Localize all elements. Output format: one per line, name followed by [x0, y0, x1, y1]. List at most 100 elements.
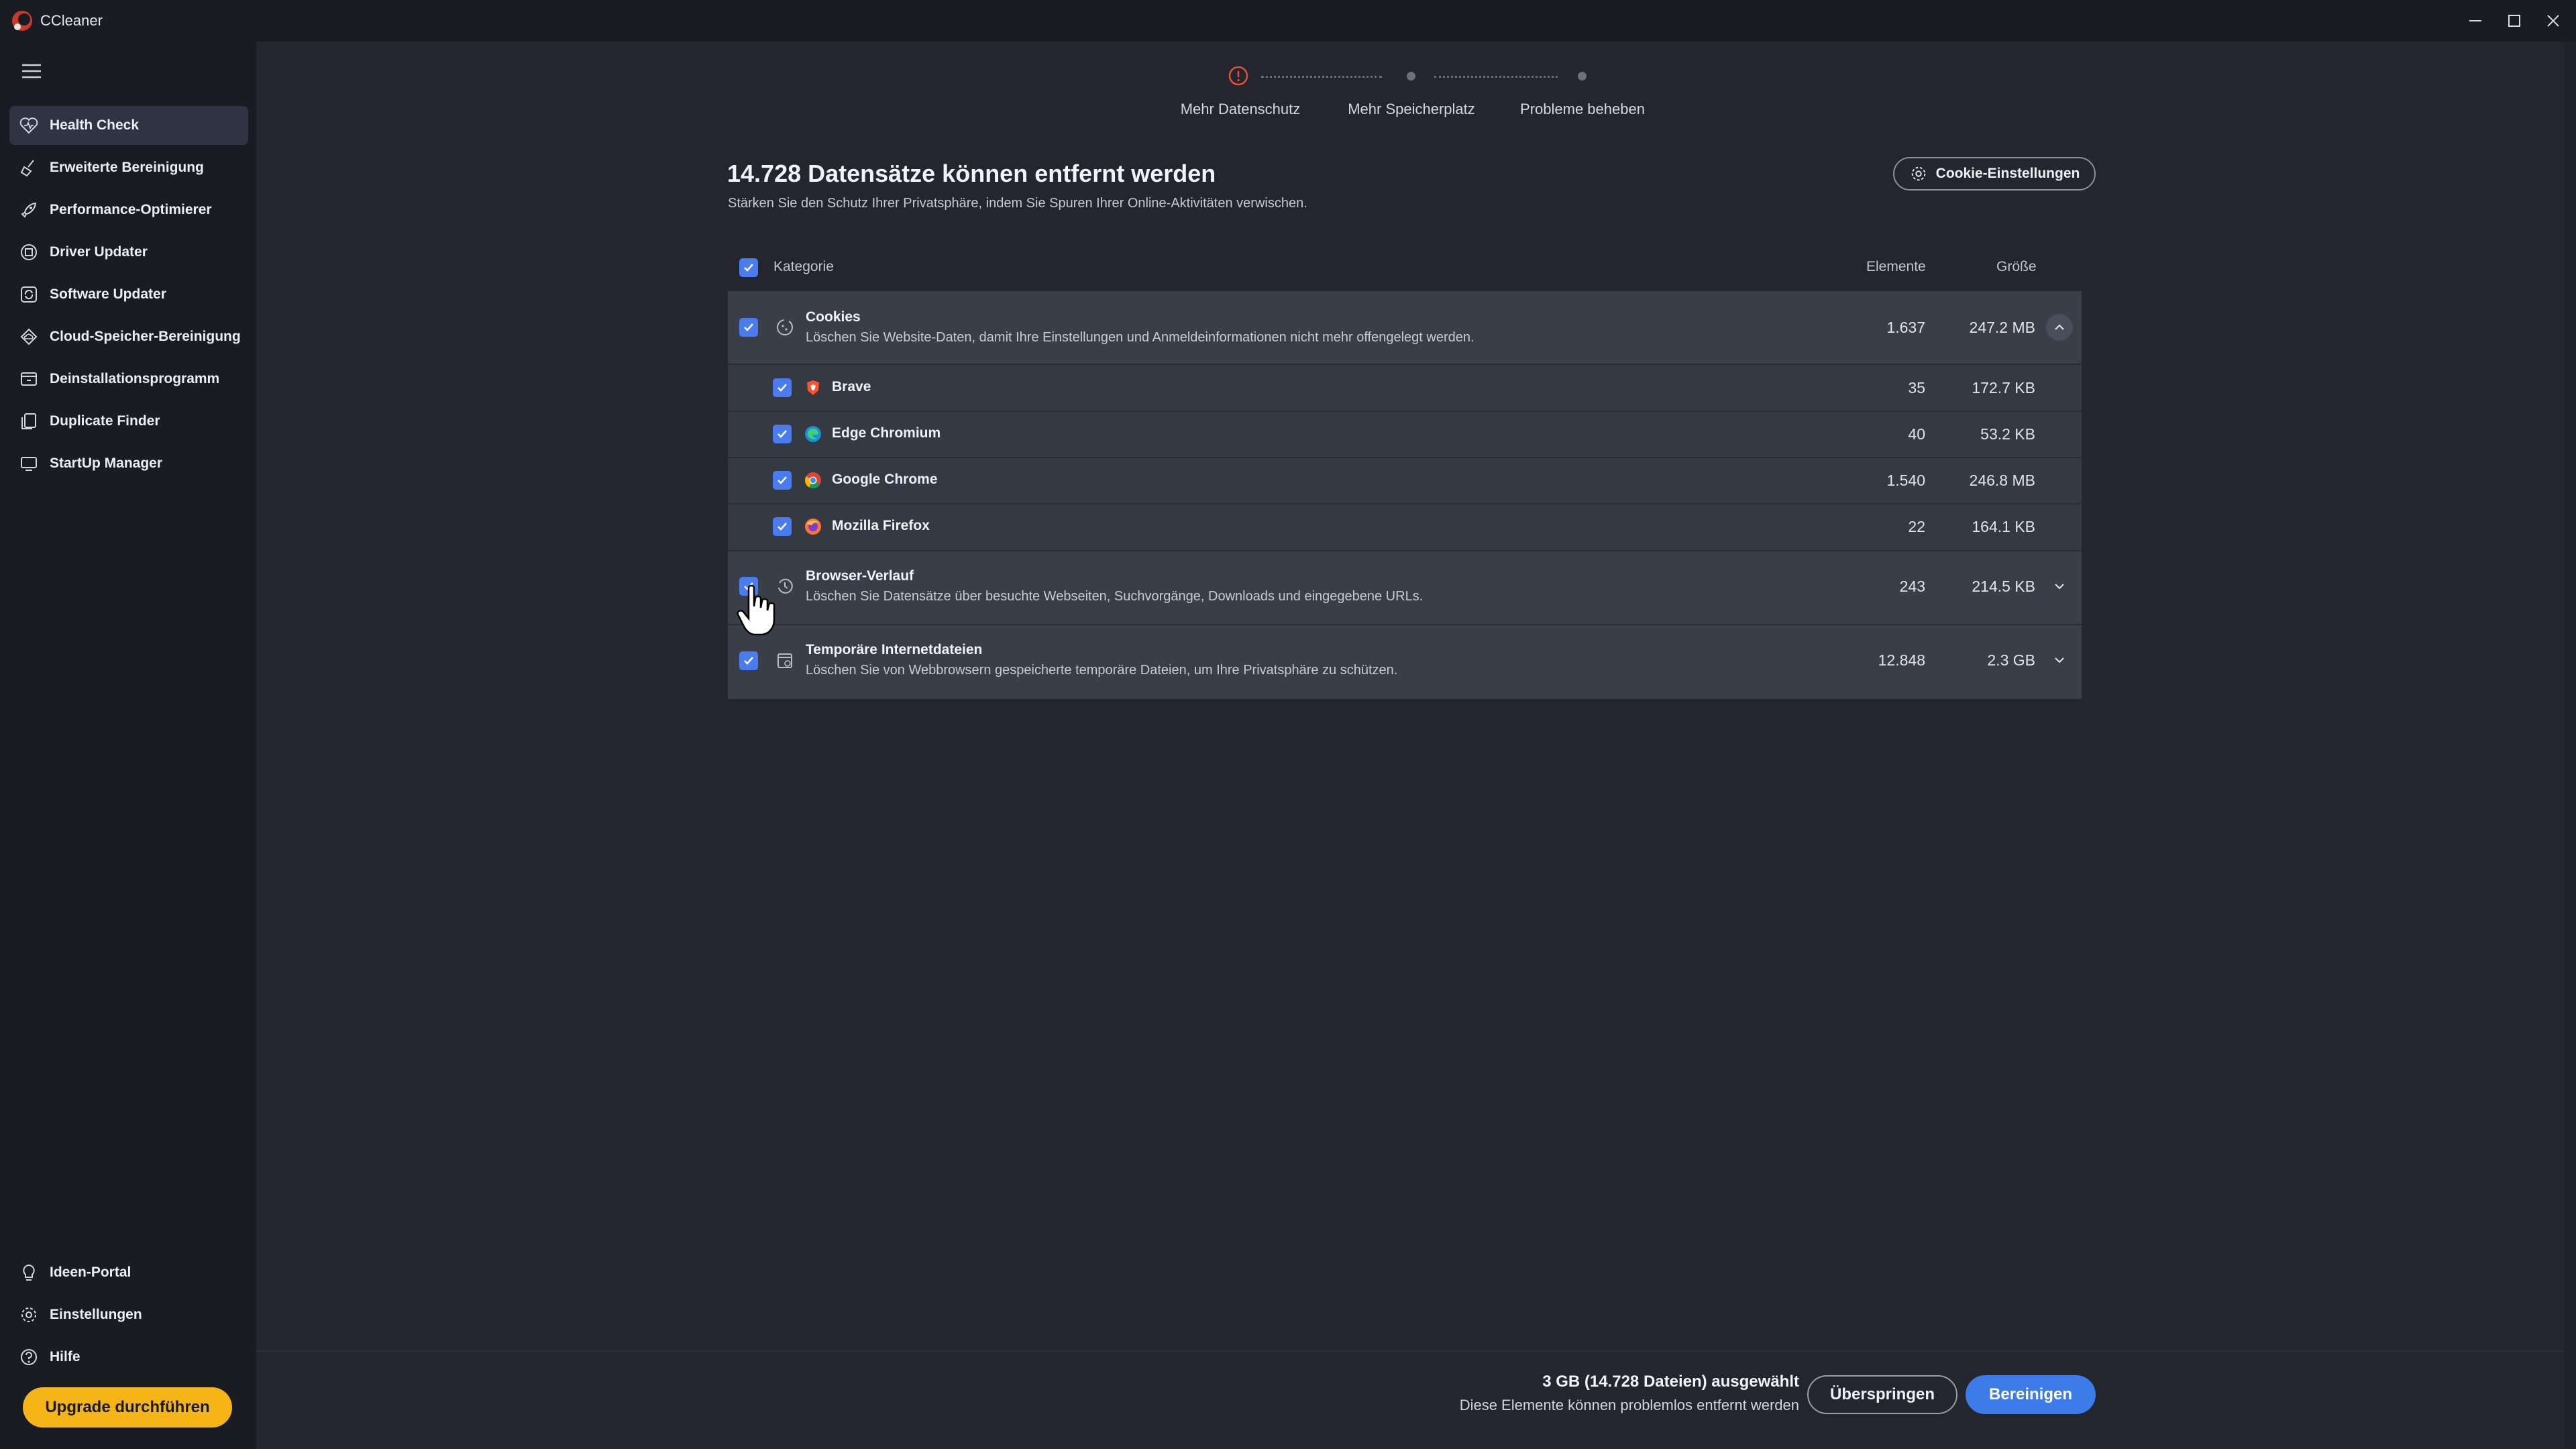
monitor-icon [17, 452, 40, 475]
sidebar-item-hilfe[interactable]: Hilfe [9, 1338, 248, 1377]
cookie-settings-label: Cookie-Einstellungen [1935, 166, 2080, 181]
collapse-button[interactable] [2046, 314, 2073, 341]
heart-icon [17, 114, 40, 137]
maximize-button[interactable] [2494, 0, 2534, 42]
sidebar-item-performance-optimierer[interactable]: Performance-Optimierer [9, 191, 248, 229]
category-size: 214.5 KB [1972, 578, 2035, 595]
browser-size: 53.2 KB [1980, 425, 2035, 443]
maximize-icon [2508, 15, 2520, 27]
sidebar-item-driver-updater[interactable]: Driver Updater [9, 233, 248, 272]
browser-row-mozilla-firefox[interactable] [728, 504, 2082, 550]
checkmark-icon [777, 476, 787, 484]
sidebar-item-label: Erweiterte Bereinigung [50, 160, 204, 175]
category-row-cookies[interactable] [728, 291, 2082, 365]
warning-step-icon [1228, 66, 1248, 86]
category-checkbox[interactable] [739, 318, 758, 337]
main-panel [256, 42, 2564, 1449]
step-mehr-datenschutz[interactable]: Mehr Datenschutz [1181, 101, 1301, 118]
history-icon [778, 578, 793, 594]
close-button[interactable] [2533, 0, 2573, 42]
sidebar-item-einstellungen[interactable]: Einstellungen [9, 1295, 248, 1334]
step-mehr-speicherplatz[interactable]: Mehr Speicherplatz [1348, 101, 1475, 118]
page-title: 14.728 Datensätze können entfernt werden [727, 160, 1216, 187]
category-title: Temporäre Internetdateien [806, 642, 983, 657]
browser-name: Brave [832, 379, 871, 394]
selection-summary: 3 GB (14.728 Dateien) ausgewählt [1542, 1373, 1799, 1391]
category-checkbox[interactable] [739, 651, 758, 670]
sidebar-item-health-check[interactable]: Health Check [9, 106, 248, 145]
stepper-dot [1578, 72, 1587, 80]
expand-button[interactable] [2046, 647, 2073, 674]
cookie-settings-button[interactable]: Cookie-Einstellungen [1893, 157, 2096, 191]
category-items: 243 [1899, 578, 1925, 595]
close-icon [2547, 15, 2559, 27]
browser-checkbox[interactable] [773, 378, 792, 397]
browser-checkbox[interactable] [773, 517, 792, 536]
header-items: Elemente [1866, 259, 1926, 274]
sidebar-item-erweiterte-bereinigung[interactable]: Erweiterte Bereinigung [9, 148, 248, 187]
sidebar-item-label: Cloud-Speicher-Bereinigung [50, 329, 241, 344]
uninstall-icon [17, 368, 40, 390]
browser-items: 35 [1908, 379, 1925, 396]
sidebar-item-label: Performance-Optimierer [50, 202, 212, 217]
checkmark-icon [744, 657, 753, 665]
browser-size: 246.8 MB [1969, 472, 2035, 489]
skip-button[interactable]: Überspringen [1807, 1375, 1957, 1414]
checkmark-icon [777, 430, 787, 438]
sidebar-item-label: Driver Updater [50, 244, 148, 260]
broom-icon [17, 156, 40, 179]
title-bar: CCleaner [0, 0, 2576, 42]
browser-name: Mozilla Firefox [832, 518, 930, 533]
lightbulb-icon [17, 1261, 40, 1284]
sidebar-item-label: Software Updater [50, 286, 166, 302]
cloud-icon [17, 325, 40, 348]
page-subtitle: Stärken Sie den Schutz Ihrer Privatsphär… [728, 196, 1307, 211]
category-description: Löschen Sie Website-Daten, damit Ihre Ei… [806, 330, 1474, 345]
chevron-up-icon [2055, 324, 2064, 330]
sidebar-item-deinstallationsprogramm[interactable]: Deinstallationsprogramm [9, 360, 248, 398]
upgrade-button[interactable]: Upgrade durchführen [23, 1387, 232, 1428]
sidebar-item-ideen-portal[interactable]: Ideen-Portal [9, 1253, 248, 1292]
edge-icon [805, 426, 821, 442]
browser-size: 164.1 KB [1972, 518, 2035, 535]
sidebar: Health Check Erweiterte Bereinigung Perf… [0, 42, 256, 1449]
sidebar-item-software-updater[interactable]: Software Updater [9, 275, 248, 314]
minimize-icon [2469, 20, 2481, 21]
hamburger-menu-icon[interactable] [20, 62, 43, 80]
ccleaner-logo-icon [12, 11, 32, 31]
browser-items: 22 [1908, 518, 1925, 535]
rocket-icon [17, 199, 40, 221]
browser-name: Google Chrome [832, 472, 938, 487]
step-probleme-beheben[interactable]: Probleme beheben [1520, 101, 1645, 118]
hand-cursor-icon [737, 584, 775, 636]
selection-note: Diese Elemente können problemlos entfern… [1459, 1397, 1799, 1413]
brave-icon [807, 380, 819, 395]
sidebar-item-label: Hilfe [50, 1349, 80, 1364]
minimize-button[interactable] [2455, 0, 2496, 42]
chevron-down-icon [2055, 584, 2064, 590]
gear-icon [17, 1303, 40, 1326]
category-title: Browser-Verlauf [806, 568, 914, 584]
stepper-connector [1261, 76, 1382, 78]
sidebar-item-label: Ideen-Portal [50, 1265, 131, 1280]
sidebar-item-label: Health Check [50, 117, 140, 133]
clean-button[interactable]: Bereinigen [1966, 1375, 2096, 1414]
expand-button[interactable] [2046, 573, 2073, 600]
sidebar-item-duplicate-finder[interactable]: Duplicate Finder [9, 402, 248, 441]
help-icon [17, 1346, 40, 1368]
chrome-icon [805, 472, 821, 489]
select-all-checkbox[interactable] [739, 258, 758, 277]
browser-checkbox[interactable] [773, 425, 792, 443]
browser-row-brave[interactable] [728, 365, 2082, 411]
sidebar-item-startup-manager[interactable]: StartUp Manager [9, 444, 248, 483]
browser-checkbox[interactable] [773, 471, 792, 490]
sidebar-item-cloud-speicher-bereinigung[interactable]: Cloud-Speicher-Bereinigung [9, 317, 248, 356]
browser-items: 40 [1908, 425, 1925, 443]
category-items: 1.637 [1886, 319, 1925, 336]
sidebar-item-label: Duplicate Finder [50, 413, 160, 429]
sidebar-item-label: StartUp Manager [50, 455, 163, 471]
duplicate-icon [17, 410, 40, 433]
category-row-browser-verlauf[interactable] [728, 551, 2082, 625]
browser-size: 172.7 KB [1972, 379, 2035, 396]
driver-icon [17, 241, 40, 264]
